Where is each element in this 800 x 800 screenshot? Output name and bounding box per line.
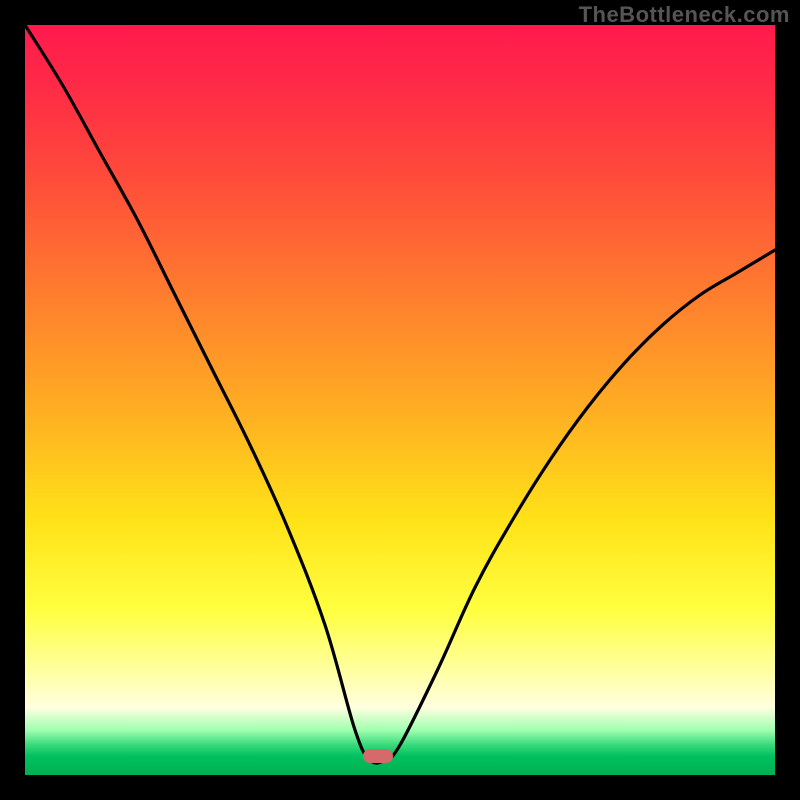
chart-container: TheBottleneck.com [0,0,800,800]
bottleneck-curve [25,25,775,775]
sweet-spot-marker [363,749,393,763]
plot-area [25,25,775,775]
